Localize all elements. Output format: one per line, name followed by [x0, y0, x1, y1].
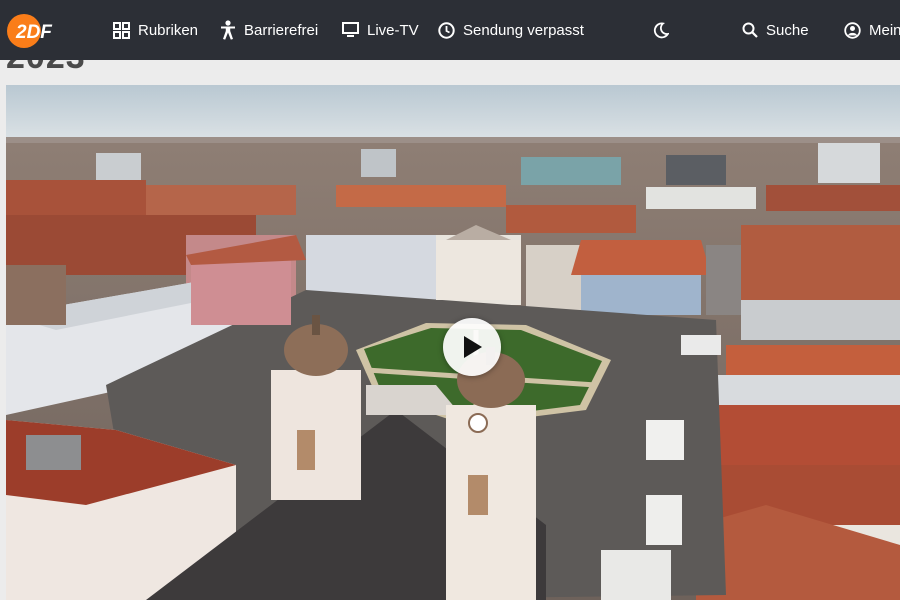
nav-label-barrierefrei: Barrierefrei	[244, 21, 319, 39]
search-icon	[742, 22, 758, 38]
zdf-logo[interactable]: 2DF	[6, 13, 64, 49]
nav-label-rubriken: Rubriken	[138, 21, 199, 39]
top-navigation-bar: 2DF Rubriken Barrierefrei Live-TV Sendun…	[0, 0, 900, 60]
search-button[interactable]: Suche	[742, 0, 809, 60]
clock-icon	[438, 21, 455, 39]
nav-item-live-tv[interactable]: Live-TV	[342, 0, 419, 60]
theme-toggle-button[interactable]	[653, 0, 669, 60]
grid-icon	[113, 21, 130, 39]
accessibility-icon	[221, 20, 235, 40]
page-title: 2023	[6, 60, 86, 77]
logo-text: 2DF	[15, 22, 53, 43]
video-player[interactable]	[6, 85, 900, 600]
nav-item-rubriken[interactable]: Rubriken	[113, 0, 198, 60]
nav-label-live-tv: Live-TV	[367, 21, 419, 39]
tv-icon	[342, 22, 359, 37]
play-button[interactable]	[443, 318, 501, 376]
account-button[interactable]: Mein	[844, 0, 900, 60]
account-label: Mein	[869, 21, 900, 39]
nav-label-sendung-verpasst: Sendung verpasst	[463, 21, 584, 39]
page-title-strip: 2023	[0, 60, 900, 84]
moon-icon	[653, 22, 669, 38]
play-icon	[464, 336, 482, 358]
nav-item-sendung-verpasst[interactable]: Sendung verpasst	[438, 0, 584, 60]
nav-item-barrierefrei[interactable]: Barrierefrei	[220, 0, 318, 60]
zdf-logo-icon: 2DF	[7, 14, 53, 48]
user-icon	[844, 21, 861, 39]
search-label: Suche	[766, 21, 809, 39]
